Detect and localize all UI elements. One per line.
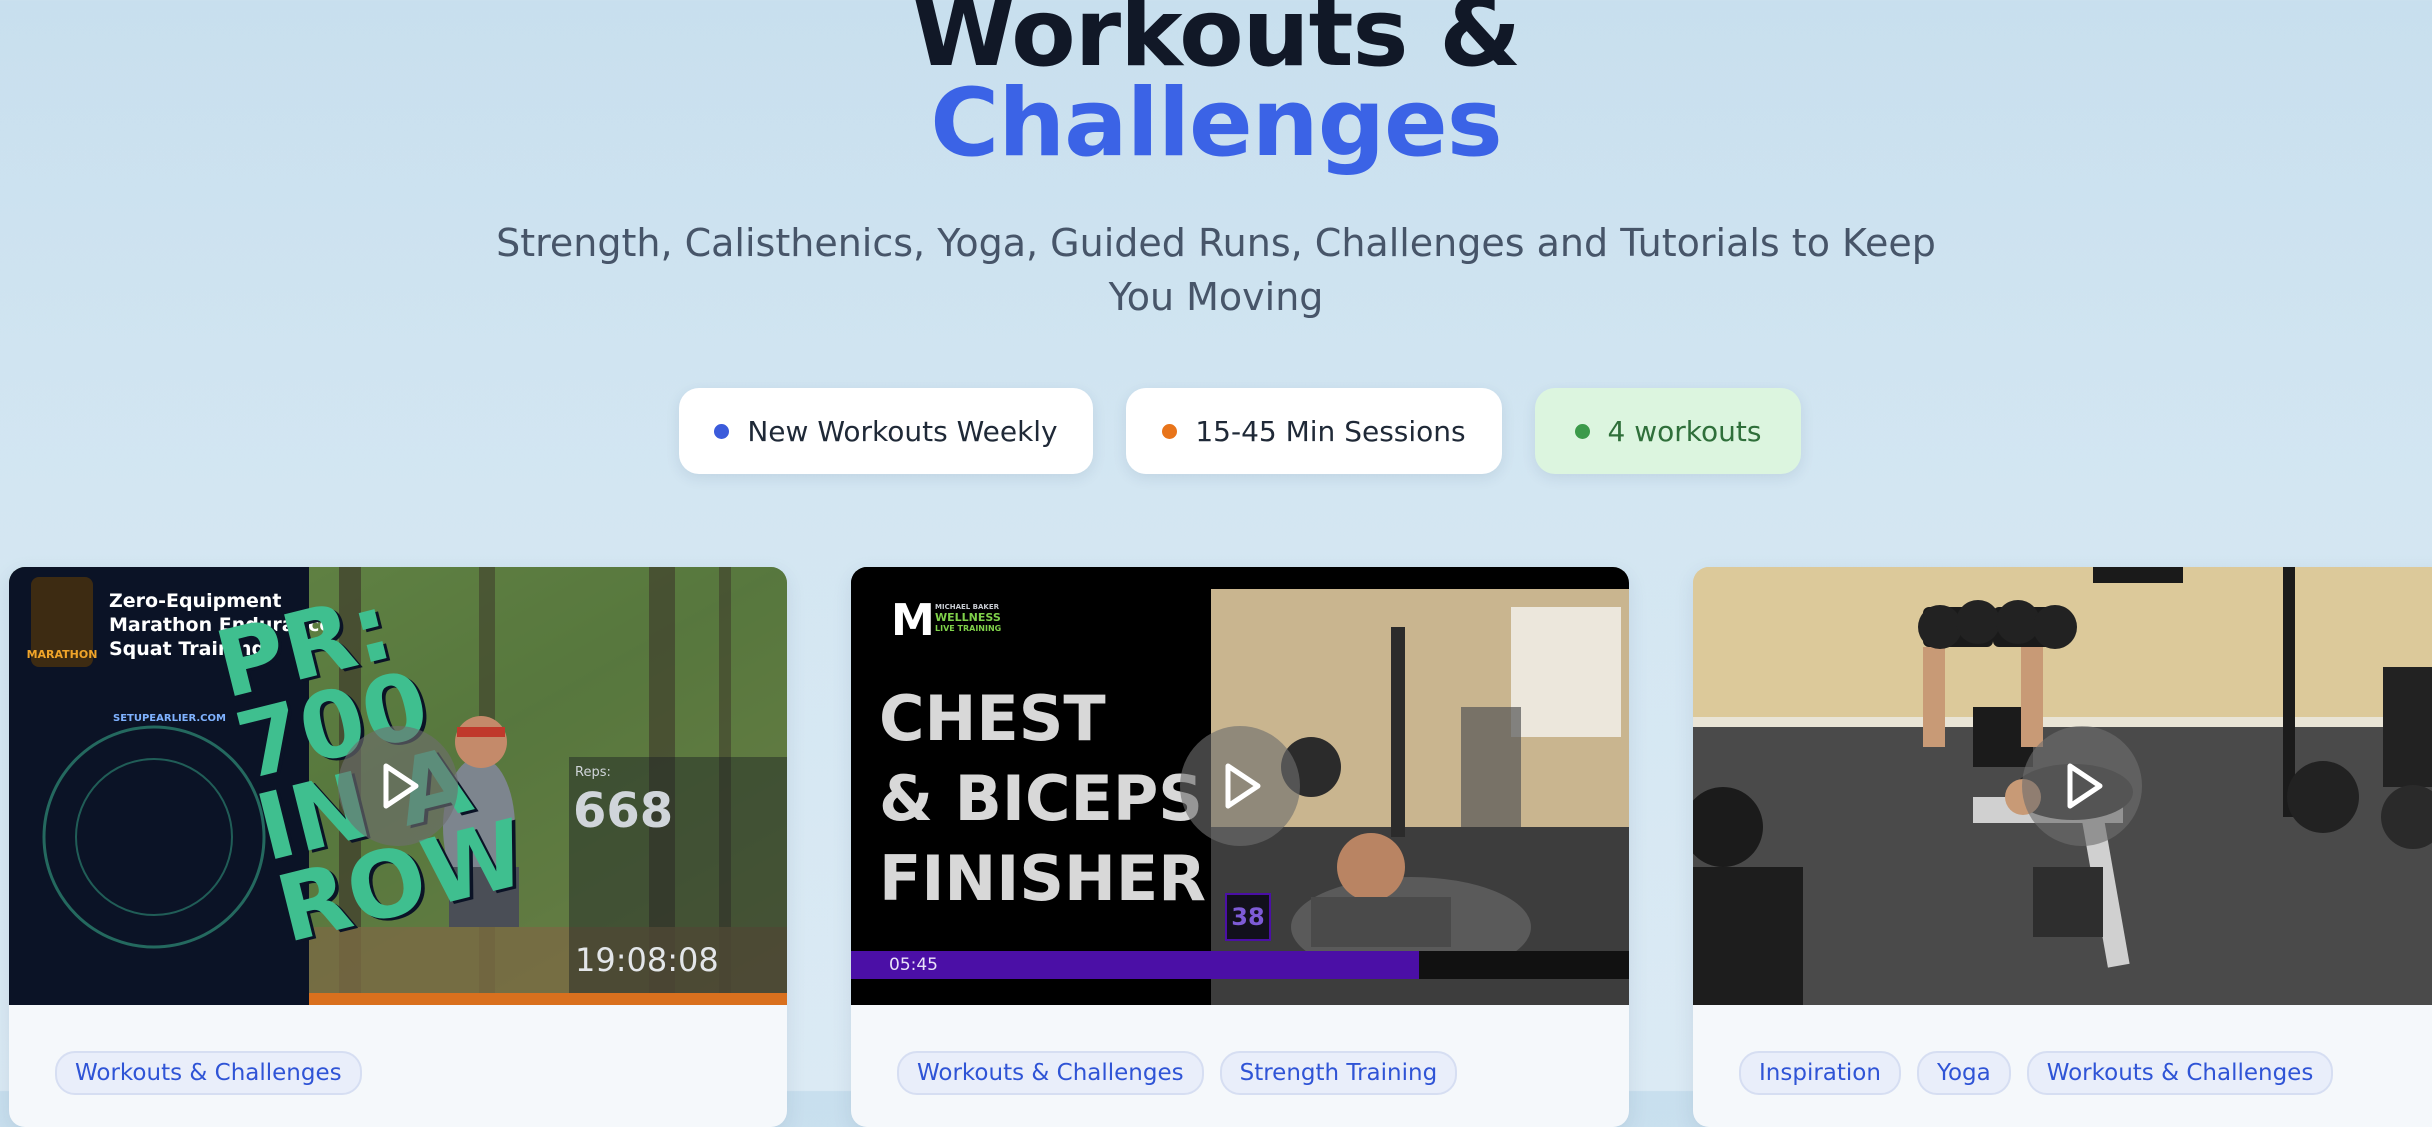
orange-dot-icon <box>1162 423 1178 439</box>
thumbnail-heading-line-3: FINISHER <box>879 842 1207 915</box>
reps-label: Reps: <box>575 765 611 780</box>
thumbnail-heading-line-1: CHEST <box>879 682 1106 755</box>
marathon-badge: MARATHON <box>27 577 97 667</box>
pill-label: 4 workouts <box>1607 414 1762 448</box>
wellness-logo-line-1: MICHAEL BAKER <box>935 603 1000 611</box>
wellness-logo-mark: M <box>891 595 935 646</box>
blue-dot-icon <box>714 423 730 439</box>
play-icon <box>1225 763 1261 809</box>
workout-card[interactable]: MARATHON Zero-Equipment Marathon Enduran… <box>9 567 787 1127</box>
tag-chip[interactable]: Workouts & Challenges <box>897 1051 1204 1095</box>
green-dot-icon <box>1574 423 1590 439</box>
page-title-line-2: Challenges <box>930 69 1502 178</box>
pill-workout-count: 4 workouts <box>1535 388 1801 474</box>
thumbnail-site: SETUPEARLIER.COM <box>113 713 226 724</box>
wellness-logo-line-2: WELLNESS <box>935 611 1001 624</box>
play-button[interactable] <box>1180 726 1300 846</box>
progress-time: 05:45 <box>889 955 938 975</box>
video-thumbnail[interactable]: MARATHON Zero-Equipment Marathon Enduran… <box>9 567 787 1005</box>
play-icon <box>383 763 419 809</box>
pill-label: 15-45 Min Sessions <box>1195 414 1466 448</box>
tag-chip[interactable]: Strength Training <box>1219 1051 1458 1095</box>
play-button[interactable] <box>2022 726 2142 846</box>
timer-readout: 19:08:08 <box>575 941 719 979</box>
pill-label: New Workouts Weekly <box>747 414 1058 448</box>
thumbnail-heading-line-2: & BICEPS <box>879 762 1203 835</box>
page-title-line-1: Workouts & <box>911 0 1521 88</box>
tag-chip[interactable]: Inspiration <box>1739 1051 1901 1095</box>
rep-counter: 38 <box>1225 893 1271 941</box>
workout-card[interactable]: Inspiration Yoga Workouts & Challenges <box>1693 567 2432 1127</box>
card-tags: Workouts & Challenges <box>55 1051 362 1095</box>
pill-session-length: 15-45 Min Sessions <box>1126 388 1502 474</box>
page-subtitle: Strength, Calisthenics, Yoga, Guided Run… <box>496 221 1936 319</box>
reps-value: 668 <box>573 783 674 839</box>
progress-track: 05:45 <box>851 951 1629 979</box>
tag-chip[interactable]: Workouts & Challenges <box>2026 1051 2334 1095</box>
wellness-logo-line-3: LIVE TRAINING <box>935 624 1002 633</box>
video-thumbnail[interactable]: M MICHAEL BAKER WELLNESS LIVE TRAINING C… <box>851 567 1629 1005</box>
tag-chip[interactable]: Yoga <box>1916 1051 2011 1095</box>
pill-new-workouts-weekly: New Workouts Weekly <box>679 388 1093 474</box>
play-button[interactable] <box>338 726 458 846</box>
tag-chip[interactable]: Workouts & Challenges <box>55 1051 362 1095</box>
workout-card[interactable]: M MICHAEL BAKER WELLNESS LIVE TRAINING C… <box>851 567 1629 1127</box>
video-thumbnail[interactable] <box>1693 567 2432 1005</box>
card-tags: Inspiration Yoga Workouts & Challenges <box>1739 1051 2334 1095</box>
card-tags: Workouts & Challenges Strength Training <box>897 1051 1458 1095</box>
play-icon <box>2067 763 2103 809</box>
